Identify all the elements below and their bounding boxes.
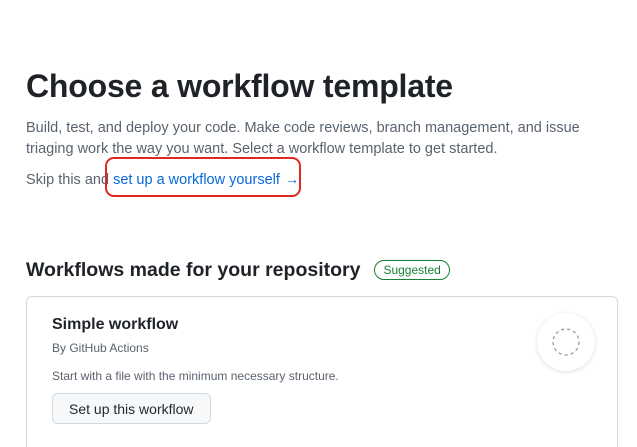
workflow-logo — [537, 313, 595, 371]
setup-this-workflow-button[interactable]: Set up this workflow — [52, 393, 211, 424]
highlight-annotation — [105, 157, 301, 197]
workflow-card-author: By GitHub Actions — [52, 341, 149, 355]
section-title: Workflows made for your repository — [26, 259, 361, 281]
suggested-badge: Suggested — [374, 260, 450, 280]
workflow-card-description: Start with a file with the minimum neces… — [52, 369, 339, 383]
workflow-template-page: Choose a workflow template Build, test, … — [0, 0, 637, 447]
skip-prefix-text: Skip this and — [26, 172, 110, 188]
section-header: Workflows made for your repository Sugge… — [26, 257, 450, 283]
workflow-card: Simple workflow By GitHub Actions Start … — [26, 296, 618, 447]
page-description: Build, test, and deploy your code. Make … — [26, 120, 580, 157]
dashed-circle-icon — [552, 328, 580, 356]
workflow-card-title: Simple workflow — [52, 316, 179, 333]
page-title: Choose a workflow template — [26, 68, 453, 104]
